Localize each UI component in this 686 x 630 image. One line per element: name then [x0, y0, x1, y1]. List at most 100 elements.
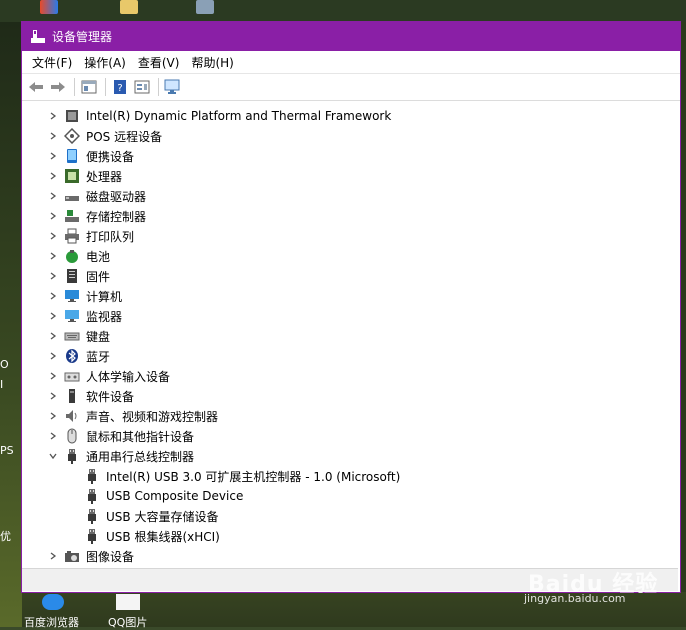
tree-device-row[interactable]: USB 大容量存储设备 — [22, 506, 678, 526]
bluetooth-icon — [64, 348, 80, 364]
tree-category-row[interactable]: 存储控制器 — [22, 206, 678, 226]
tree-category-row[interactable]: 声音、视频和游戏控制器 — [22, 406, 678, 426]
tree-item-label: 磁盘驱动器 — [86, 189, 147, 204]
tree-category-row[interactable]: 蓝牙 — [22, 346, 678, 366]
tree-item-label: POS 远程设备 — [86, 129, 163, 144]
speaker-icon — [64, 408, 80, 424]
chip-icon — [64, 108, 80, 124]
device-tree: Intel(R) Dynamic Platform and Thermal Fr… — [22, 106, 678, 568]
menu-action[interactable]: 操作(A) — [80, 52, 130, 73]
desktop-file-icon[interactable] — [196, 0, 214, 14]
chevron-right-icon[interactable] — [47, 330, 59, 342]
usb-icon — [64, 448, 80, 464]
help-button[interactable]: ? — [110, 77, 130, 97]
chevron-right-icon[interactable] — [47, 290, 59, 302]
tree-device-row[interactable]: Intel(R) USB 3.0 可扩展主机控制器 - 1.0 (Microso… — [22, 466, 678, 486]
image-shortcut-icon[interactable] — [116, 594, 140, 610]
desktop-app-icon[interactable] — [40, 0, 58, 14]
tree-device-row[interactable]: USB Composite Device — [22, 486, 678, 506]
menu-file[interactable]: 文件(F) — [28, 52, 76, 73]
arrow-right-icon — [51, 82, 65, 92]
software-device-icon — [64, 388, 80, 404]
console-tree-icon — [81, 80, 97, 94]
tree-item-label: 计算机 — [86, 289, 123, 304]
tree-category-row[interactable]: 计算机 — [22, 286, 678, 306]
tree-item-label: 蓝牙 — [86, 349, 111, 364]
chevron-right-icon[interactable] — [47, 310, 59, 322]
chevron-right-icon[interactable] — [47, 270, 59, 282]
chevron-right-icon[interactable] — [47, 350, 59, 362]
details-view-icon — [134, 80, 150, 94]
chevron-right-icon[interactable] — [47, 410, 59, 422]
tree-item-label: 存储控制器 — [86, 209, 147, 224]
forward-button[interactable] — [48, 77, 68, 97]
tree-category-row[interactable]: 固件 — [22, 266, 678, 286]
view-button[interactable] — [132, 77, 152, 97]
tree-item-label: 便携设备 — [86, 149, 135, 164]
tree-item-label: 鼠标和其他指针设备 — [86, 429, 195, 444]
properties-view-button[interactable] — [79, 77, 99, 97]
tree-category-row[interactable]: 人体学输入设备 — [22, 366, 678, 386]
chevron-down-icon[interactable] — [47, 450, 59, 462]
desktop-icon-label[interactable]: 百度浏览器 — [24, 614, 79, 630]
scan-hardware-button[interactable] — [163, 77, 183, 97]
desktop-right-strip — [680, 22, 686, 592]
chevron-right-icon[interactable] — [47, 230, 59, 242]
vertical-scrollbar[interactable] — [678, 106, 680, 568]
menu-view[interactable]: 查看(V) — [134, 52, 184, 73]
tree-item-label: Intel(R) USB 3.0 可扩展主机控制器 - 1.0 (Microso… — [106, 469, 401, 484]
tree-category-row[interactable]: 图像设备 — [22, 546, 678, 566]
tree-category-row[interactable]: 软件设备 — [22, 386, 678, 406]
scan-monitor-icon — [164, 79, 180, 94]
chevron-right-icon[interactable] — [47, 210, 59, 222]
tree-category-row[interactable]: 处理器 — [22, 166, 678, 186]
desktop-fragment: 优 — [0, 530, 11, 543]
watermark-url: jingyan.baidu.com — [524, 592, 626, 605]
chevron-right-icon[interactable] — [47, 190, 59, 202]
chevron-right-icon[interactable] — [47, 130, 59, 142]
help-icon: ? — [114, 80, 126, 94]
desktop-icon-label[interactable]: QQ图片 — [108, 614, 147, 630]
firmware-icon — [64, 268, 80, 284]
desktop-top-strip — [0, 0, 686, 22]
monitor-icon — [64, 308, 80, 324]
usb-icon — [84, 508, 100, 524]
tree-category-row[interactable]: Intel(R) Dynamic Platform and Thermal Fr… — [22, 106, 678, 126]
chevron-right-icon[interactable] — [47, 110, 59, 122]
menu-bar: 文件(F) 操作(A) 查看(V) 帮助(H) — [22, 51, 680, 74]
tree-item-label: 通用串行总线控制器 — [86, 449, 195, 464]
tree-item-label: 人体学输入设备 — [86, 369, 171, 384]
browser-shortcut-icon[interactable] — [42, 594, 64, 610]
tree-device-row[interactable]: USB 根集线器(xHCI) — [22, 526, 678, 546]
tree-item-label: 键盘 — [86, 329, 111, 344]
tree-category-row[interactable]: 监视器 — [22, 306, 678, 326]
desktop-folder-icon[interactable] — [120, 0, 138, 14]
chevron-right-icon[interactable] — [47, 370, 59, 382]
tree-category-row[interactable]: 便携设备 — [22, 146, 678, 166]
menu-help[interactable]: 帮助(H) — [187, 52, 237, 73]
tree-item-label: USB 大容量存储设备 — [106, 509, 219, 524]
title-bar[interactable]: 设备管理器 — [22, 22, 680, 51]
tree-category-row[interactable]: 键盘 — [22, 326, 678, 346]
tree-category-row[interactable]: POS 远程设备 — [22, 126, 678, 146]
printer-icon — [64, 228, 80, 244]
chevron-right-icon[interactable] — [47, 430, 59, 442]
chevron-right-icon[interactable] — [47, 170, 59, 182]
tree-category-row[interactable]: 通用串行总线控制器 — [22, 446, 678, 466]
storage-controller-icon — [64, 208, 80, 224]
battery-icon — [64, 248, 80, 264]
chevron-right-icon[interactable] — [47, 550, 59, 562]
tree-category-row[interactable]: 电池 — [22, 246, 678, 266]
portable-device-icon — [64, 148, 80, 164]
tree-item-label: 电池 — [86, 249, 111, 264]
tree-category-row[interactable]: 打印队列 — [22, 226, 678, 246]
chevron-right-icon[interactable] — [47, 390, 59, 402]
tree-category-row[interactable]: 鼠标和其他指针设备 — [22, 426, 678, 446]
tree-item-label: 监视器 — [86, 309, 123, 324]
camera-icon — [64, 548, 80, 564]
back-button[interactable] — [26, 77, 46, 97]
tree-item-label: Intel(R) Dynamic Platform and Thermal Fr… — [86, 109, 392, 123]
chevron-right-icon[interactable] — [47, 150, 59, 162]
tree-category-row[interactable]: 磁盘驱动器 — [22, 186, 678, 206]
chevron-right-icon[interactable] — [47, 250, 59, 262]
